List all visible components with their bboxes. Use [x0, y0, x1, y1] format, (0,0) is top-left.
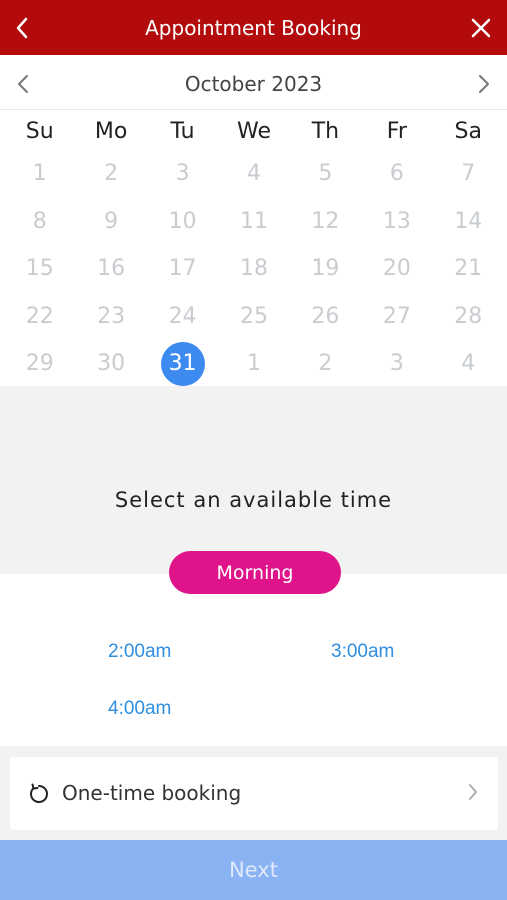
time-slot[interactable]: 4:00am	[108, 698, 171, 720]
calendar-day: 2	[104, 161, 119, 187]
calendar-day: 17	[168, 256, 197, 282]
calendar-day: 28	[454, 303, 483, 329]
calendar-day: 19	[311, 256, 340, 282]
calendar-day: 20	[382, 256, 411, 282]
calendar-day: 30	[97, 351, 126, 377]
time-section-background	[0, 386, 507, 574]
calendar-day: 7	[461, 161, 476, 187]
close-icon	[471, 18, 491, 37]
calendar-day: 9	[104, 208, 119, 234]
previous-month-button[interactable]	[0, 58, 46, 110]
calendar-day: 29	[25, 351, 54, 377]
calendar-day: 2	[318, 351, 333, 377]
calendar-day: 25	[239, 303, 268, 329]
weekday-label: Su	[25, 119, 54, 144]
calendar-day: 10	[168, 208, 197, 234]
calendar-day: 22	[25, 303, 54, 329]
chevron-right-icon	[469, 784, 477, 800]
chevron-left-icon	[16, 17, 28, 38]
calendar-day: 1	[32, 161, 47, 187]
weekday-label: Mo	[94, 119, 128, 144]
weekday-header: Su Mo Tu We Th Fr Sa	[4, 112, 504, 152]
calendar-day: 3	[389, 351, 404, 377]
calendar-day-selected[interactable]: 31	[147, 340, 218, 388]
calendar-day: 21	[454, 256, 483, 282]
calendar-day: 1	[246, 351, 261, 377]
calendar-day: 23	[97, 303, 126, 329]
calendar-day: 11	[239, 208, 268, 234]
booking-type-selector[interactable]: One-time booking	[10, 757, 498, 830]
calendar-day: 15	[25, 256, 54, 282]
weekday-label: Fr	[386, 119, 407, 144]
weekday-label: Th	[311, 119, 340, 144]
next-month-button[interactable]	[461, 58, 507, 110]
weekday-label: Sa	[454, 119, 482, 144]
refresh-icon	[30, 783, 48, 803]
calendar-day: 4	[461, 351, 476, 377]
chevron-left-icon	[18, 75, 28, 93]
calendar-day: 8	[32, 208, 47, 234]
weekday-label: Tu	[170, 119, 195, 144]
calendar-day: 12	[311, 208, 340, 234]
chevron-right-icon	[479, 75, 489, 93]
weekday-label: We	[236, 119, 271, 144]
calendar-grid: 1 2 3 4 5 6 7 8 9 10 11 12 13 14 15 16 1…	[4, 150, 504, 388]
calendar-day: 26	[311, 303, 340, 329]
time-slot[interactable]: 2:00am	[108, 641, 171, 663]
page-title: Appointment Booking	[145, 15, 362, 40]
calendar-day: 5	[318, 161, 333, 187]
month-navigation: October 2023	[0, 58, 507, 110]
calendar-day: 16	[97, 256, 126, 282]
calendar-day: 13	[382, 208, 411, 234]
calendar-day: 6	[389, 161, 404, 187]
calendar-day: 14	[454, 208, 483, 234]
month-label: October 2023	[184, 71, 323, 96]
next-button[interactable]: Next	[0, 840, 507, 900]
app-header: Appointment Booking	[0, 0, 507, 55]
calendar-day: 4	[246, 161, 261, 187]
calendar-day: 24	[168, 303, 197, 329]
time-slot[interactable]: 3:00am	[331, 641, 394, 663]
calendar-day: 27	[382, 303, 411, 329]
period-morning-tab[interactable]: Morning	[169, 551, 341, 594]
close-button[interactable]	[459, 0, 503, 55]
calendar-day: 18	[239, 256, 268, 282]
back-button[interactable]	[0, 0, 44, 55]
calendar-day: 3	[175, 161, 190, 187]
time-section-heading: Select an available time	[114, 488, 393, 512]
booking-type-label: One-time booking	[62, 781, 242, 805]
